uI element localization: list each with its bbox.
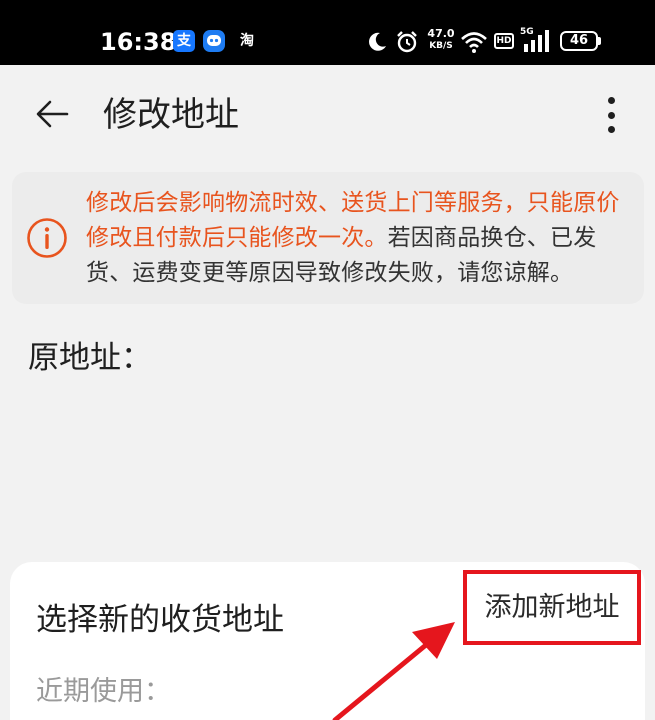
net-speed: 47.0 KB/S (424, 28, 458, 52)
net-speed-value: 47.0 (427, 27, 455, 40)
signal-icon (524, 30, 549, 52)
page-title: 修改地址 (103, 95, 239, 135)
more-vertical-icon-dot (607, 126, 615, 133)
new-address-title: 选择新的收货地址 (36, 602, 284, 638)
alarm-icon (397, 31, 417, 53)
more-vertical-icon-dot (607, 97, 615, 104)
app-bar: 修改地址 (0, 65, 655, 165)
info-circle-icon (27, 218, 67, 258)
taobao-icon: 淘 (240, 33, 254, 49)
assistant-icon (203, 30, 225, 52)
back-button[interactable] (28, 90, 76, 138)
recent-used-label: 近期使用： (36, 676, 171, 707)
add-new-address-button[interactable]: 添加新地址 (463, 570, 641, 645)
new-address-card: 选择新的收货地址 添加新地址 近期使用： (10, 562, 645, 720)
alipay-icon: 支 (173, 30, 195, 52)
battery-tip (598, 37, 601, 45)
hd-badge: HD (494, 33, 514, 49)
net-speed-unit: KB/S (429, 41, 453, 51)
more-options-button[interactable] (596, 93, 626, 137)
moon-icon (369, 32, 386, 51)
more-vertical-icon-dot (607, 111, 615, 119)
status-bar: 16:38 支 淘 47.0 KB/S HD 5G 46 (0, 0, 655, 65)
arrow-left-icon (36, 100, 69, 128)
wifi-icon (461, 32, 487, 53)
notice-text: 修改后会影响物流时效、送货上门等服务，只能原价修改且付款后只能修改一次。若因商品… (86, 186, 631, 291)
status-time: 16:38 (100, 28, 177, 56)
notice-banner: 修改后会影响物流时效、送货上门等服务，只能原价修改且付款后只能修改一次。若因商品… (12, 172, 644, 304)
original-address-label: 原地址： (28, 340, 152, 376)
screen: 16:38 支 淘 47.0 KB/S HD 5G 46 修改地址 修改后会影响… (0, 0, 655, 720)
battery-icon: 46 (560, 31, 598, 51)
